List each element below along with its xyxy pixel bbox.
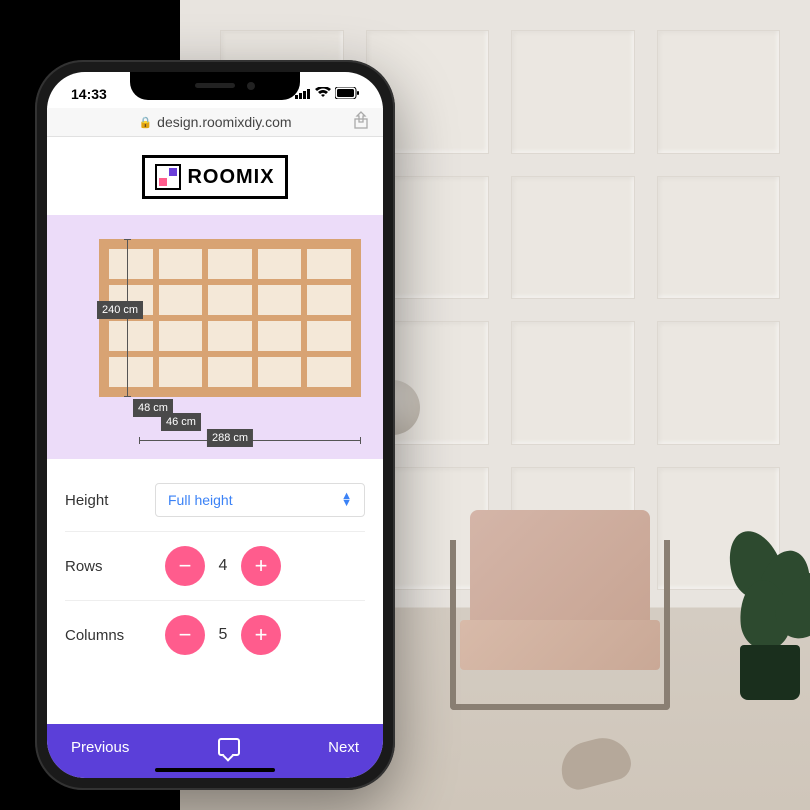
share-icon[interactable] [353,111,369,134]
dimension-width: 288 cm [207,429,253,447]
rows-increment-button[interactable]: + [241,546,281,586]
columns-stepper: − 5 + [165,615,281,655]
rows-control: Rows − 4 + [65,532,365,601]
columns-decrement-button[interactable]: − [165,615,205,655]
columns-control: Columns − 5 + [65,601,365,669]
previous-button[interactable]: Previous [71,739,129,756]
phone-notch [130,72,300,100]
columns-increment-button[interactable]: + [241,615,281,655]
controls-panel: Height Full height ▲▼ Rows − 4 + Columns… [47,459,383,669]
rows-decrement-button[interactable]: − [165,546,205,586]
slipper [555,732,634,794]
height-control: Height Full height ▲▼ [65,469,365,532]
height-value: Full height [168,492,233,508]
roomix-logo[interactable]: ROOMIX [142,155,287,199]
height-select[interactable]: Full height ▲▼ [155,483,365,517]
battery-icon [335,86,359,102]
lock-icon: 🔒 [138,116,152,129]
plant [720,520,810,700]
dimension-height: 240 cm [97,301,143,319]
rows-label: Rows [65,558,155,575]
dimension-cell-width: 46 cm [161,413,201,431]
chat-icon[interactable] [218,738,240,756]
url-text: design.roomixdiy.com [157,114,291,130]
panel-preview: 240 cm 48 cm 46 cm 288 cm [47,215,383,459]
phone-frame: 14:33 🔒 design.roomixdiy.com [35,60,395,790]
home-indicator[interactable] [155,768,275,772]
next-button[interactable]: Next [328,739,359,756]
logo-icon [155,164,181,190]
columns-label: Columns [65,627,155,644]
rows-value: 4 [215,557,231,575]
wifi-icon [315,86,331,102]
status-time: 14:33 [71,86,107,102]
rows-stepper: − 4 + [165,546,281,586]
columns-value: 5 [215,626,231,644]
logo-text: ROOMIX [187,166,274,189]
app-header: ROOMIX [47,137,383,215]
select-arrows-icon: ▲▼ [341,493,352,506]
height-label: Height [65,492,155,509]
browser-address-bar[interactable]: 🔒 design.roomixdiy.com [47,108,383,137]
phone-screen: 14:33 🔒 design.roomixdiy.com [47,72,383,778]
armchair [450,510,670,710]
